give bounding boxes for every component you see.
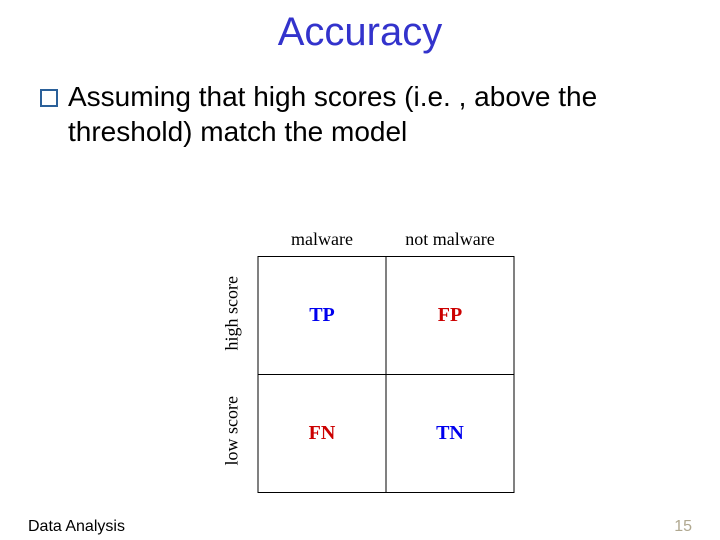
col-header-malware: malware xyxy=(258,228,386,257)
cell-tp: TP xyxy=(258,257,386,375)
footer-left: Data Analysis xyxy=(28,518,125,536)
cell-fp: FP xyxy=(386,257,514,375)
slide-title: Accuracy xyxy=(0,10,720,55)
cell-tn: TN xyxy=(386,375,514,493)
col-header-not-malware: not malware xyxy=(386,228,514,257)
confusion-matrix: malware not malware high score TP FP low… xyxy=(206,228,515,493)
row-header-low-score: low score xyxy=(206,375,259,493)
bullet-item: Assuming that high scores (i.e. , above … xyxy=(40,79,680,149)
page-number: 15 xyxy=(674,518,692,536)
row-header-high-score: high score xyxy=(206,257,259,375)
bullet-text: Assuming that high scores (i.e. , above … xyxy=(68,79,680,149)
cell-fn: FN xyxy=(258,375,386,493)
slide: Accuracy Assuming that high scores (i.e.… xyxy=(0,10,720,540)
bullet-square-icon xyxy=(40,89,58,107)
